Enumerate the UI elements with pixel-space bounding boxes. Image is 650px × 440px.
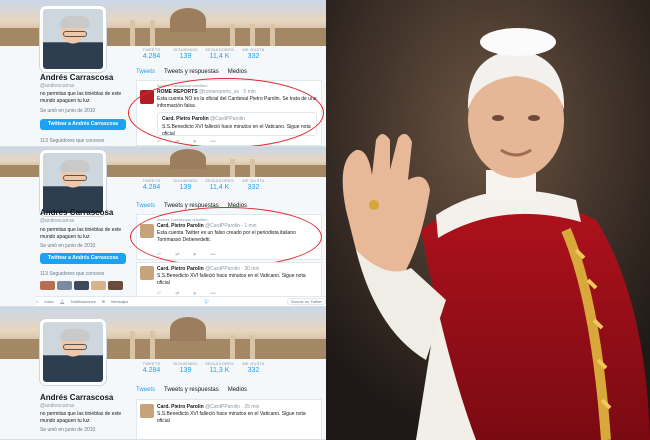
profile-panel-3: TWEETS 4.284 SIGUIENDO 139 SEGUIDORES 11,3 …: [0, 307, 326, 440]
bell-icon[interactable]: 🔔︎: [60, 299, 65, 304]
stat-followers[interactable]: SEGUIDORES 11,4 K: [204, 178, 235, 191]
tweet-handle: @CardPParolin · 25 min: [205, 404, 260, 410]
followers-you-know[interactable]: 113 Seguidores que conoces: [40, 271, 104, 277]
stat-following[interactable]: SIGUIENDO 139: [170, 178, 201, 191]
avatar[interactable]: [40, 150, 106, 216]
stat-tweets[interactable]: TWEETS 4.284: [136, 361, 167, 374]
tweet-author[interactable]: Card. Pietro Parolin: [157, 404, 204, 410]
stat-following[interactable]: SIGUIENDO 139: [170, 47, 201, 60]
stat-tweets[interactable]: TWEETS 4.284: [136, 47, 167, 60]
profile-joined: Se unió en junio de 2010: [40, 243, 96, 249]
profile-panel-2: TWEETS 4.284 SIGUIENDO 139 SEGUIDORES 11,4 …: [0, 147, 326, 307]
followers-you-know[interactable]: 113 Seguidores que conoces: [40, 138, 104, 144]
reply-icon[interactable]: ↶: [157, 139, 161, 145]
tweet-text: S.S.Benedicto XVI falleció hace minutos …: [157, 411, 306, 424]
tweet-to-button[interactable]: Twittear a Andrés Carrascosa: [40, 253, 126, 264]
profile-handle[interactable]: @andrescarras: [40, 83, 74, 89]
profile-name: Andrés Carrascosa: [40, 393, 114, 402]
avatar[interactable]: [40, 319, 106, 385]
stat-tweets[interactable]: TWEETS 4.284: [136, 178, 167, 191]
tweet-parolin-death[interactable]: Card. Pietro Parolin @CardPParolin · 30 …: [136, 262, 322, 298]
stat-followers[interactable]: SEGUIDORES 11,3 K: [204, 361, 235, 374]
tab-tweets[interactable]: Tweets: [136, 387, 155, 393]
profile-panel-1: TWEETS 4.284 SIGUIENDO 139 SEGUIDORES 11,4 …: [0, 0, 326, 147]
profile-name: Andrés Carrascosa: [40, 73, 114, 82]
tweet-to-button[interactable]: Twittear a Andrés Carrascosa: [40, 119, 126, 130]
nav-home[interactable]: Inicio: [44, 299, 53, 304]
stat-likes[interactable]: ME GUSTA 332: [238, 361, 269, 374]
tab-tweets[interactable]: Tweets: [136, 69, 155, 75]
avatar[interactable]: [140, 404, 154, 418]
tab-media[interactable]: Medios: [228, 387, 247, 393]
profile-joined: Se unió en junio de 2010: [40, 427, 96, 433]
profile-handle[interactable]: @andrescarras: [40, 218, 74, 224]
nav-notifications[interactable]: Notificaciones: [71, 299, 96, 304]
profile-bio: no permitas que las tinieblas de este mu…: [40, 227, 122, 240]
stat-followers[interactable]: SEGUIDORES 11,4 K: [204, 47, 235, 60]
tweet-handle: @CardPParolin · 30 min: [205, 266, 260, 272]
nav-messages[interactable]: Mensajes: [111, 299, 128, 304]
profile-bio: no permitas que las tinieblas de este mu…: [40, 411, 122, 424]
twitter-bird-icon: 🐦︎: [204, 299, 210, 304]
highlight-circle: [128, 78, 324, 146]
profile-joined: Se unió en junio de 2010: [40, 108, 96, 114]
avatar[interactable]: [140, 266, 154, 280]
tweet-author[interactable]: Card. Pietro Parolin: [157, 266, 204, 272]
avatar[interactable]: [40, 6, 106, 72]
photo-illustration: [326, 0, 650, 440]
home-icon[interactable]: ⌂: [36, 299, 38, 304]
tab-tweets-replies[interactable]: Tweets y respuestas: [164, 387, 219, 393]
highlight-circle: [130, 207, 322, 267]
profile-bio: no permitas que las tinieblas de este mu…: [40, 91, 122, 104]
mail-icon[interactable]: ✉: [102, 299, 105, 304]
tab-tweets[interactable]: Tweets: [136, 203, 155, 209]
pope-benedict-photo: [326, 0, 650, 440]
tab-media[interactable]: Medios: [228, 69, 247, 75]
stat-likes[interactable]: ME GUSTA 332: [238, 178, 269, 191]
tab-tweets-replies[interactable]: Tweets y respuestas: [164, 69, 219, 75]
follower-avatars: [40, 281, 123, 290]
stat-following[interactable]: SIGUIENDO 139: [170, 361, 201, 374]
profile-handle[interactable]: @andrescarras: [40, 403, 74, 409]
twitter-screenshots-collage: TWEETS 4.284 SIGUIENDO 139 SEGUIDORES 11,4 …: [0, 0, 326, 440]
tweet-parolin-death[interactable]: Card. Pietro Parolin @CardPParolin · 25 …: [136, 399, 322, 439]
bottom-nav-bar: ⌂ Inicio 🔔︎ Notificaciones ✉ Mensajes 🐦︎…: [36, 296, 326, 306]
profile-name: Andrés Carrascosa: [40, 208, 114, 217]
search-input[interactable]: Buscar en Twitter: [287, 298, 326, 305]
tweet-text: S.S.Benedicto XVI falleció hace minutos …: [157, 273, 306, 286]
stat-likes[interactable]: ME GUSTA 332: [238, 47, 269, 60]
